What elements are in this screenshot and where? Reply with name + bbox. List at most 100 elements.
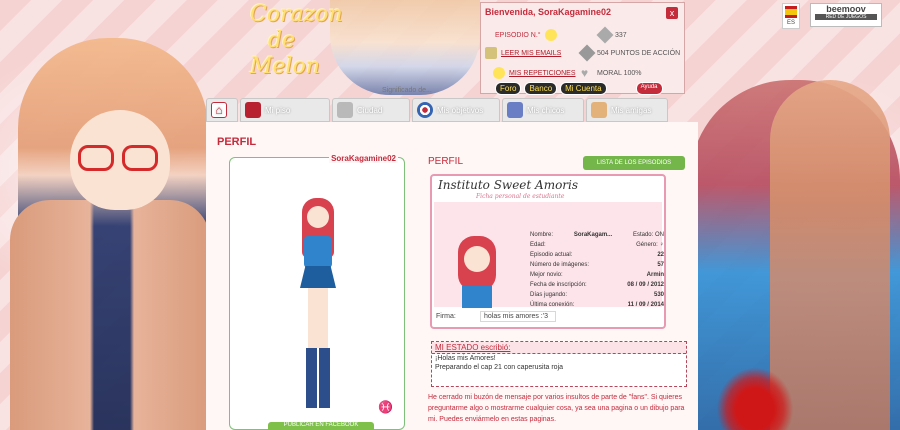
action-points-row: 504 PUNTOS DE ACCIÓN <box>578 44 681 62</box>
mail-icon <box>485 47 497 59</box>
card-row: Edad: Género: ♀ <box>530 240 664 250</box>
signature-label: Firma: <box>436 312 456 320</box>
nav-objectives-label: Mis objetivos <box>437 105 484 115</box>
card-key: Número de imágenes: <box>530 262 590 268</box>
card-value: 57 <box>657 262 664 268</box>
action-points: 504 PUNTOS DE ACCIÓN <box>597 49 681 57</box>
nav-home[interactable]: ⌂ <box>206 98 238 122</box>
card-key: Episodio actual: <box>530 252 573 258</box>
card-key: Nombre: <box>530 232 554 238</box>
nav-objectives[interactable]: Mis objetivos <box>412 98 500 122</box>
sofa-icon <box>245 102 261 118</box>
card-row: Fecha de inscripción: 08 / 09 / 2012 <box>530 280 664 290</box>
home-icon: ⌂ <box>211 102 227 118</box>
student-card: Instituto Sweet Amoris Ficha personal de… <box>430 174 666 329</box>
spain-flag-icon <box>785 6 797 18</box>
main-nav: ⌂ Mi piso Ciudad Mis objetivos Mis chico… <box>206 98 698 122</box>
language-label: ES <box>786 20 795 26</box>
beemoov-brand: beemoov <box>826 4 866 14</box>
nav-my-room-label: Mi piso <box>265 105 291 115</box>
card-avatar-top <box>462 286 492 308</box>
card-row: Nombre: SoraKagam... Estado: ON <box>530 230 664 240</box>
bio-link[interactable]: Significado de... <box>382 87 432 94</box>
card-value: 530 <box>653 292 664 298</box>
card-avatar <box>456 236 498 308</box>
card-extra: Estado: ON <box>632 232 664 238</box>
header-character-art <box>330 0 480 95</box>
card-key: Días jugando: <box>530 292 568 298</box>
page-title: PERFIL <box>217 136 257 148</box>
card-row: Mejor novio: Armin <box>530 270 664 280</box>
tab-bank[interactable]: Banco <box>524 82 558 95</box>
avatar-legs <box>308 288 328 348</box>
avatar-username: SoraKagamine02 <box>329 154 398 163</box>
logo-line-1: Corazon <box>250 2 343 27</box>
episode-value-row: 337 <box>596 26 627 44</box>
signature-value: holas mis amores :'3 <box>480 310 556 322</box>
signature-row: Firma: holas mis amores :'3 <box>434 307 662 325</box>
beemoov-tag: RED DE JUEGOS <box>815 14 877 20</box>
avatar-boots <box>306 348 330 408</box>
main-content: PERFIL SoraKagamine02 ♓ PUBLICAR EN FACE… <box>206 122 698 430</box>
card-info-table: Nombre: SoraKagam... Estado: ON Edad: Gé… <box>530 230 664 310</box>
help-button[interactable]: Ayuda <box>635 82 663 95</box>
nav-friends-label: Mis amigas <box>611 105 652 115</box>
facebook-share-button[interactable]: PUBLICAR EN FACEBOOK <box>268 422 374 430</box>
card-avatar-face <box>464 246 490 272</box>
avatar-box: SoraKagamine02 ♓ PUBLICAR EN FACEBOOK <box>229 154 405 430</box>
nav-boys[interactable]: Mis chicos <box>502 98 584 122</box>
user-panel: Bienvenida, SoraKagamine02 x EPISODIO N.… <box>480 2 685 95</box>
nav-my-room[interactable]: Mi piso <box>240 98 330 122</box>
status-box: MI ESTADO escribió: ¡Holas mis Amores! P… <box>431 341 687 387</box>
beemoov-badge[interactable]: beemoov RED DE JUEGOS <box>810 3 882 27</box>
card-subtitle: Ficha personal de estudiante <box>476 193 565 200</box>
mails-row[interactable]: LEER MIS EMAILS <box>485 47 561 59</box>
card-row: Número de imágenes: 57 <box>530 260 664 270</box>
user-tabs: Foro Banco Mi Cuenta Ayuda <box>495 82 663 95</box>
profile-subtitle: PERFIL <box>428 156 464 167</box>
welcome-text: Bienvenida, SoraKagamine02 <box>485 7 612 17</box>
right-glasses-lens <box>122 145 158 171</box>
card-value: 22 <box>657 252 664 258</box>
card-key: Mejor novio: <box>530 272 563 278</box>
boy-avatar-icon <box>507 102 523 118</box>
star-icon <box>578 44 596 62</box>
heart-icon: ♥ <box>581 66 589 80</box>
avatar-skirt <box>300 266 336 288</box>
card-value: Armin <box>646 272 664 278</box>
left-character-coat <box>10 200 210 430</box>
pisces-icon: ♓ <box>378 400 393 414</box>
status-line: ¡Holas mis Amores! <box>435 355 496 362</box>
tab-account[interactable]: Mi Cuenta <box>560 82 607 95</box>
moral-value: MORAL 100% <box>597 69 642 77</box>
episodes-list-button[interactable]: LISTA DE LOS EPISODIOS <box>583 156 685 170</box>
avatar-face <box>307 206 329 228</box>
status-heading: MI ESTADO escribió: <box>432 342 686 354</box>
logo-line-2: de <box>268 28 296 53</box>
reps-row[interactable]: MIS REPETICIONES <box>493 67 576 79</box>
episode-value: 337 <box>615 31 627 39</box>
nav-boys-label: Mis chicos <box>527 105 565 115</box>
episode-label: EPISODIO N.° <box>495 31 541 39</box>
avatar-top <box>304 236 332 268</box>
card-key: Edad: <box>530 242 546 248</box>
language-flag[interactable]: ES <box>782 3 800 29</box>
game-logo[interactable]: Corazon de Melon <box>250 2 343 80</box>
nav-friends[interactable]: Mis amigas <box>586 98 668 122</box>
card-extra: Género: ♀ <box>636 242 664 248</box>
status-line: Preparando el cap 21 con caperusita roja <box>435 364 564 371</box>
replay-icon <box>493 67 505 79</box>
card-body: Nombre: SoraKagam... Estado: ON Edad: Gé… <box>434 202 664 310</box>
episode-row: EPISODIO N.° <box>495 29 557 41</box>
card-row: Días jugando: 530 <box>530 290 664 300</box>
logo-line-3: Melon <box>250 54 320 79</box>
replays-link[interactable]: MIS REPETICIONES <box>509 70 576 77</box>
splash-decoration <box>710 360 800 430</box>
close-icon[interactable]: x <box>666 7 678 19</box>
read-mails-link[interactable]: LEER MIS EMAILS <box>501 50 561 57</box>
nav-city[interactable]: Ciudad <box>332 98 410 122</box>
card-value: 08 / 09 / 2012 <box>627 282 664 288</box>
target-icon <box>417 102 433 118</box>
left-glasses-lens <box>78 145 114 171</box>
tab-forum[interactable]: Foro <box>495 82 522 95</box>
